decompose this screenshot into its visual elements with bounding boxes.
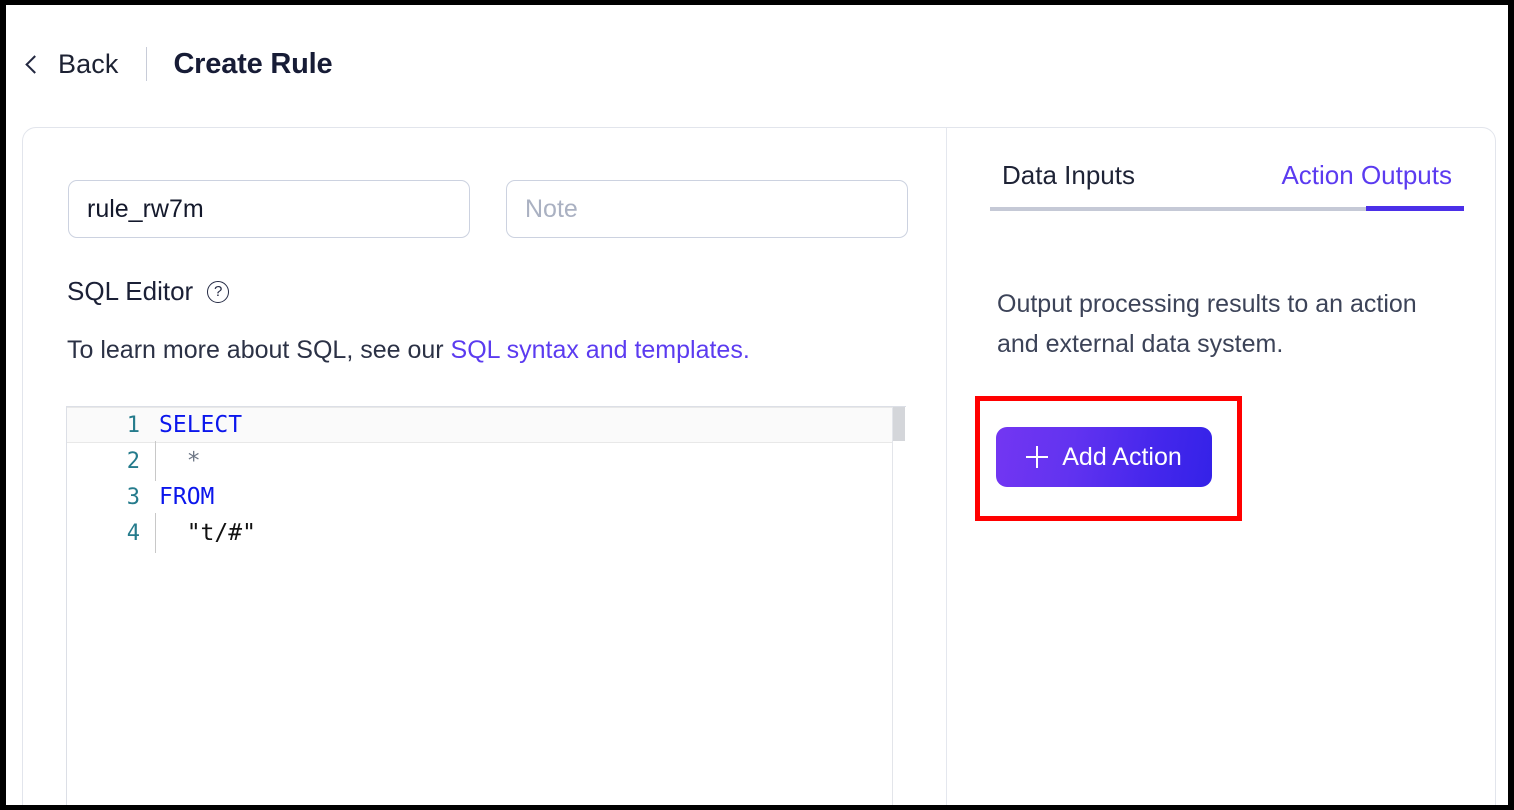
form-inputs-row (68, 180, 908, 238)
sql-help-text-prefix: To learn more about SQL, see our (67, 336, 451, 364)
page-title: Create Rule (173, 47, 333, 80)
sql-editor-label: SQL Editor (67, 276, 194, 306)
plus-icon (1026, 446, 1049, 468)
code-line-text: "t/#" (155, 513, 256, 553)
header-divider (146, 47, 148, 81)
tabs-row: Data Inputs Action Outputs (990, 160, 1464, 207)
action-outputs-description: Output processing results to an action a… (997, 290, 1417, 358)
sql-help-text: To learn more about SQL, see our SQL syn… (67, 336, 750, 365)
chevron-left-icon (22, 54, 42, 74)
code-line[interactable]: 2 * (67, 441, 906, 481)
left-pane: SQL Editor ? To learn more about SQL, se… (23, 128, 947, 805)
page-header: Back Create Rule (6, 5, 1508, 123)
back-button[interactable]: Back (22, 49, 118, 80)
code-line-number: 1 (126, 412, 140, 438)
code-line-text: SELECT (159, 412, 243, 438)
active-tab-indicator (1366, 206, 1464, 211)
tab-action-outputs[interactable]: Action Outputs (1281, 160, 1452, 207)
editor-vertical-scrollbar[interactable] (892, 407, 906, 805)
note-input[interactable] (506, 180, 908, 238)
code-line[interactable]: 4 "t/#" (67, 513, 906, 553)
screenshot-frame: Back Create Rule SQL Editor ? (0, 0, 1514, 810)
code-line-text: * (155, 441, 201, 481)
page-root: Back Create Rule SQL Editor ? (6, 5, 1508, 805)
tab-data-inputs[interactable]: Data Inputs (1002, 160, 1135, 207)
sql-editor-label-row: SQL Editor ? (67, 276, 230, 307)
main-card: SQL Editor ? To learn more about SQL, se… (22, 127, 1496, 805)
code-line[interactable]: 1 SELECT (67, 407, 906, 443)
sql-code-editor[interactable]: 1 SELECT 2 * 3 FROM 4 "t/#" (66, 406, 906, 805)
right-pane: Data Inputs Action Outputs Output proces… (947, 128, 1495, 805)
code-line-number: 3 (126, 484, 140, 510)
add-action-button[interactable]: Add Action (996, 427, 1212, 487)
add-action-button-label: Add Action (1062, 442, 1182, 471)
tabs-underline (990, 206, 1464, 211)
back-button-label: Back (58, 48, 119, 79)
question-circle-icon[interactable]: ? (207, 280, 230, 303)
code-line-text: FROM (159, 484, 215, 510)
code-line-number: 4 (126, 520, 140, 546)
code-lines-container: 1 SELECT 2 * 3 FROM 4 "t/#" (67, 407, 906, 553)
rule-name-input[interactable] (68, 180, 470, 238)
code-line-number: 2 (126, 448, 140, 474)
card-split-layout: SQL Editor ? To learn more about SQL, se… (23, 128, 1495, 805)
sql-syntax-templates-link[interactable]: SQL syntax and templates. (451, 336, 750, 364)
right-pane-tabs: Data Inputs Action Outputs (990, 160, 1464, 211)
code-line[interactable]: 3 FROM (67, 479, 906, 515)
editor-scrollbar-thumb[interactable] (893, 407, 905, 441)
